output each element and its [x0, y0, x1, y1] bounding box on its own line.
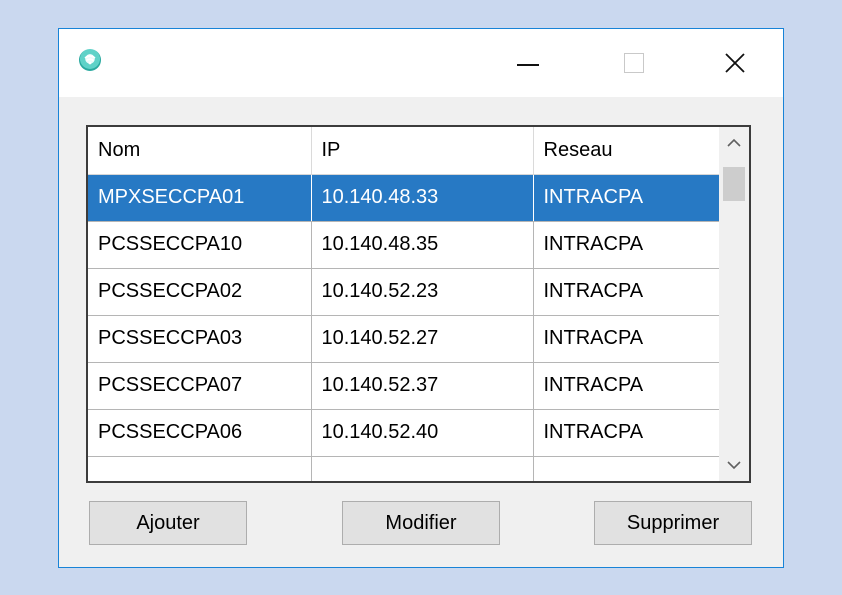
cell-ip: 10.140.52.37 — [311, 362, 534, 410]
chevron-down-icon — [727, 461, 741, 470]
table-row[interactable]: PCSSECCPA03 10.140.52.27 INTRACPA — [88, 315, 722, 363]
cell-ip: 10.140.52.27 — [311, 315, 534, 363]
minimize-button[interactable] — [500, 29, 556, 97]
chevron-up-icon — [727, 138, 741, 147]
table-row[interactable]: MPXSECCPA01 10.140.48.33 INTRACPA — [88, 174, 722, 222]
column-header-ip[interactable]: IP — [311, 127, 534, 175]
close-button[interactable] — [707, 29, 763, 97]
close-icon — [725, 53, 745, 73]
cell-nom: PCSSECCPA10 — [88, 221, 312, 269]
cell-nom: PCSSECCPA02 — [88, 268, 312, 316]
cell-nom: PCSSECCPA07 — [88, 362, 312, 410]
table-row[interactable]: PCSSECCPA02 10.140.52.23 INTRACPA — [88, 268, 722, 316]
cell-reseau: INTRACPA — [533, 268, 722, 316]
main-window: Nom IP Reseau MPXSECCPA01 10.140.48.33 I… — [58, 28, 784, 568]
column-header-reseau[interactable]: Reseau — [533, 127, 722, 175]
device-list[interactable]: Nom IP Reseau MPXSECCPA01 10.140.48.33 I… — [86, 125, 751, 483]
cell-nom: PCSSECCPA03 — [88, 315, 312, 363]
cell-reseau: INTRACPA — [533, 409, 722, 457]
table-row-partial[interactable] — [88, 456, 722, 481]
header-row: Nom IP Reseau — [88, 127, 722, 175]
network-globe-icon — [79, 49, 101, 71]
table-row[interactable]: PCSSECCPA10 10.140.48.35 INTRACPA — [88, 221, 722, 269]
table-row[interactable]: PCSSECCPA07 10.140.52.37 INTRACPA — [88, 362, 722, 410]
scroll-down-button[interactable] — [719, 449, 749, 481]
minimize-icon — [517, 64, 539, 66]
vertical-scrollbar[interactable] — [719, 127, 749, 481]
cell-ip: 10.140.52.23 — [311, 268, 534, 316]
device-table: Nom IP Reseau MPXSECCPA01 10.140.48.33 I… — [88, 127, 722, 481]
cell-nom: PCSSECCPA06 — [88, 409, 312, 457]
title-bar[interactable] — [59, 29, 783, 97]
cell-reseau: INTRACPA — [533, 315, 722, 363]
cell-nom: MPXSECCPA01 — [88, 174, 312, 222]
table-row[interactable]: PCSSECCPA06 10.140.52.40 INTRACPA — [88, 409, 722, 457]
cell-reseau: INTRACPA — [533, 221, 722, 269]
maximize-icon — [624, 53, 644, 73]
cell-ip: 10.140.48.35 — [311, 221, 534, 269]
cell-reseau: INTRACPA — [533, 174, 722, 222]
cell-ip: 10.140.48.33 — [311, 174, 534, 222]
edit-button[interactable]: Modifier — [342, 501, 500, 545]
scroll-thumb[interactable] — [723, 167, 745, 201]
maximize-button[interactable] — [606, 29, 662, 97]
cell-reseau: INTRACPA — [533, 362, 722, 410]
cell-ip: 10.140.52.40 — [311, 409, 534, 457]
scroll-up-button[interactable] — [719, 127, 749, 159]
column-header-nom[interactable]: Nom — [88, 127, 312, 175]
delete-button[interactable]: Supprimer — [594, 501, 752, 545]
add-button[interactable]: Ajouter — [89, 501, 247, 545]
